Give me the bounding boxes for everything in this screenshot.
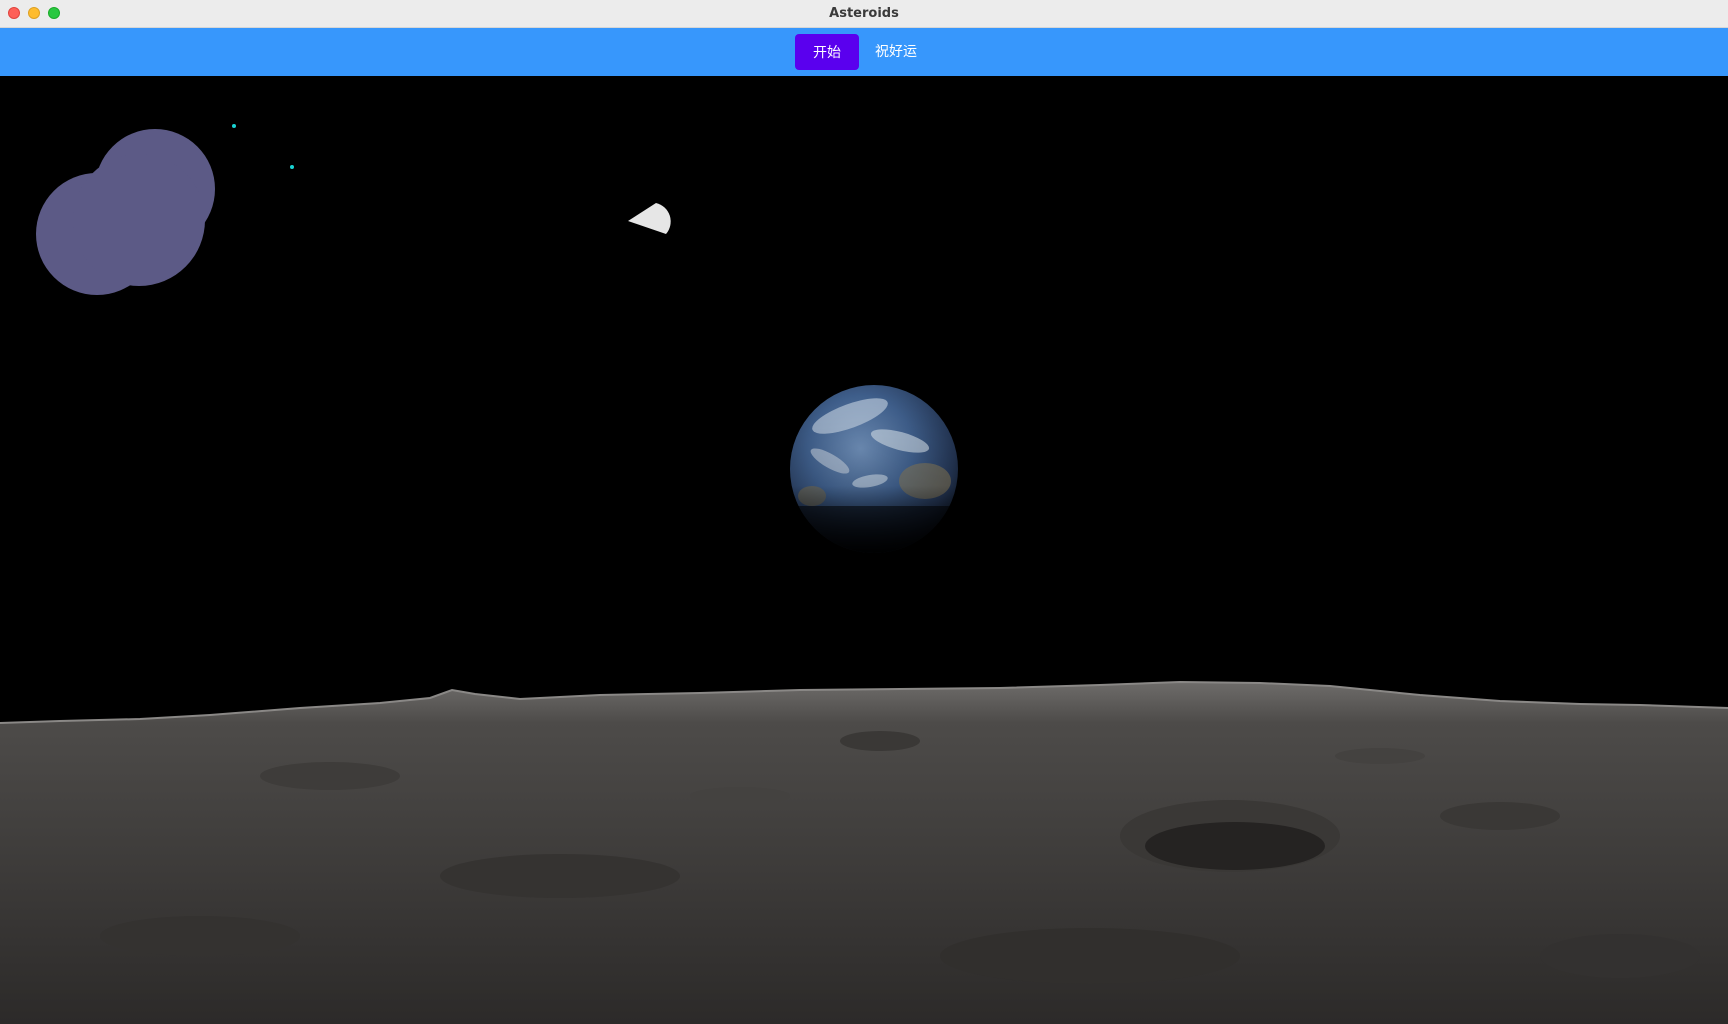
- good-luck-label: 祝好运: [875, 44, 917, 60]
- bullet: [232, 124, 236, 128]
- lunar-surface: [0, 680, 1728, 1024]
- asteroid: [73, 154, 205, 286]
- toolbar: 开始 祝好运: [0, 28, 1728, 76]
- start-button[interactable]: 开始: [795, 34, 859, 70]
- title-bar: Asteroids: [0, 0, 1728, 28]
- game-canvas[interactable]: [0, 76, 1728, 1024]
- window-title: Asteroids: [829, 6, 899, 21]
- bullet: [290, 165, 294, 169]
- app-window: Asteroids 开始 祝好运: [0, 0, 1728, 1024]
